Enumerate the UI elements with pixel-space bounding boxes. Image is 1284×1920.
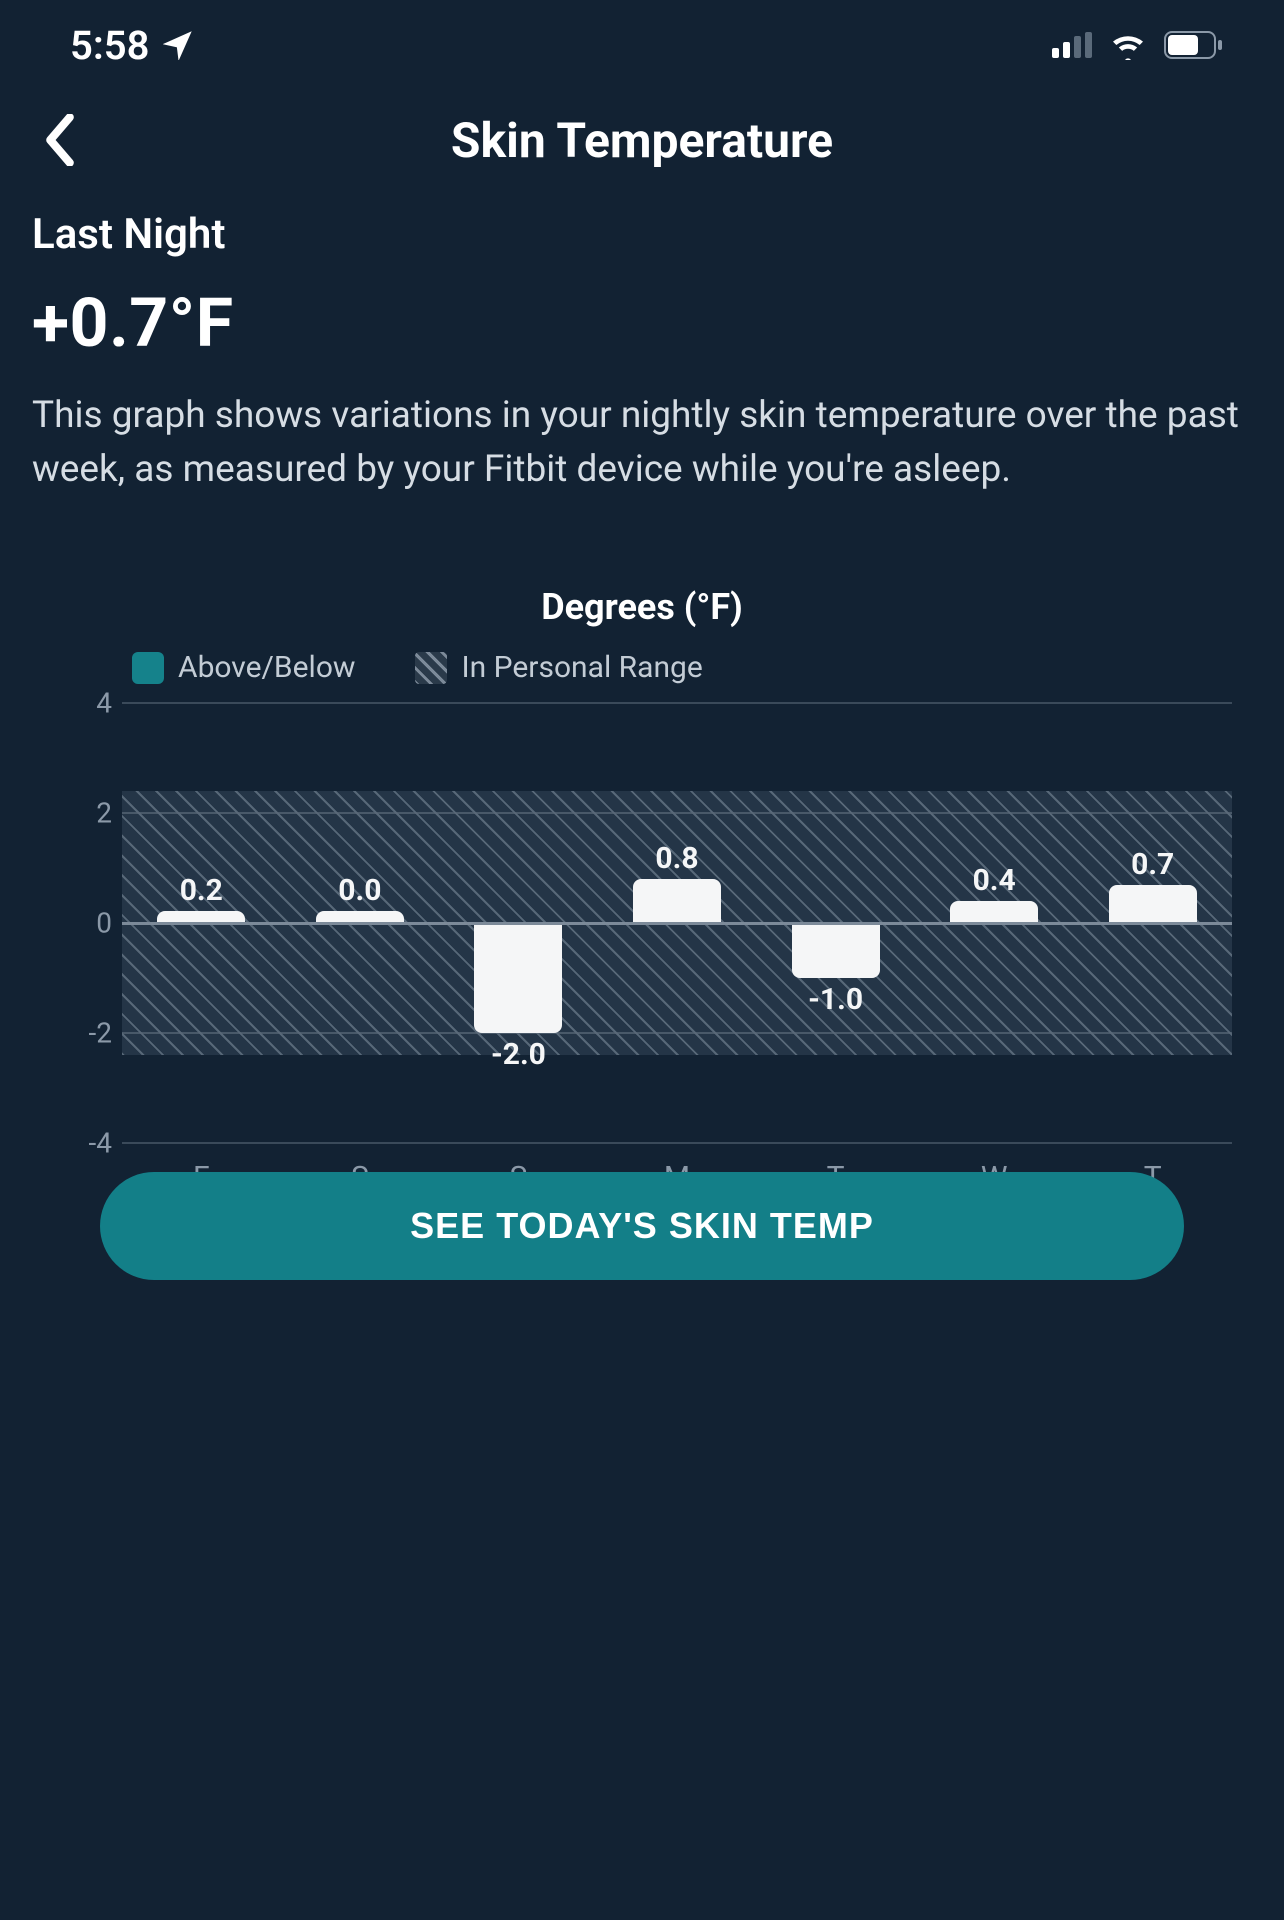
legend-above-below-label: Above/Below [178,650,355,685]
chart-bar-label: 0.2 [180,873,223,908]
chart-y-tick: 4 [32,687,112,720]
legend-swatch-hatch [415,652,447,684]
location-icon [163,30,193,60]
back-button[interactable] [30,110,90,170]
chart-container: Degrees (°F) Above/Below In Personal Ran… [32,586,1252,1241]
chart-bar [474,923,562,1033]
legend-personal-range-label: In Personal Range [461,650,702,685]
page-header: Skin Temperature [0,90,1284,190]
chart-y-tick: 2 [32,797,112,830]
chart-bar [633,879,721,923]
wifi-icon [1108,30,1148,60]
chart-bar [792,923,880,978]
chart-y-tick: -2 [32,1017,112,1050]
status-bar: 5:58 [0,0,1284,90]
chart-bar-label: 0.8 [655,841,698,876]
chevron-left-icon [42,114,78,166]
chart-bar-label: 0.0 [338,873,381,908]
chart-plot-area: 420-2-40.20.0-2.00.8-1.00.40.7 [32,703,1252,1143]
chart-y-tick: -4 [32,1127,112,1160]
battery-icon [1164,31,1224,59]
chart-bar-label: -2.0 [491,1037,546,1072]
legend-personal-range: In Personal Range [415,650,702,685]
chart-y-tick: 0 [32,907,112,940]
legend-swatch-solid [132,652,164,684]
page-title: Skin Temperature [451,112,833,169]
cellular-signal-icon [1052,32,1092,58]
legend-above-below: Above/Below [132,650,355,685]
summary-value: +0.7°F [32,283,1252,363]
chart-bar [1109,885,1197,924]
chart-bar-label: 0.7 [1131,847,1174,882]
summary-label: Last Night [32,210,1252,259]
chart-bar [950,901,1038,923]
chart-legend: Above/Below In Personal Range [32,650,1252,685]
chart-bar-label: -1.0 [808,982,863,1017]
see-today-skin-temp-button[interactable]: SEE TODAY'S SKIN TEMP [100,1172,1184,1280]
chart-bar-label: 0.4 [973,863,1016,898]
summary-description: This graph shows variations in your nigh… [32,389,1242,496]
chart-zero-line [122,922,1232,925]
status-time: 5:58 [70,22,149,69]
chart-title: Degrees (°F) [32,586,1252,628]
